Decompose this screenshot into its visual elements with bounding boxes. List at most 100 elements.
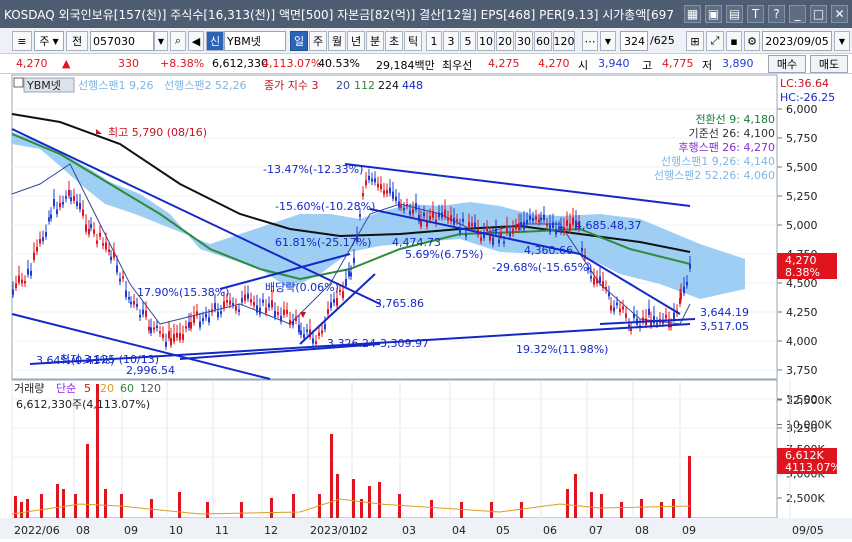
code-dropdown-icon[interactable]: ▼ — [154, 31, 168, 51]
period-button-5[interactable]: 초 — [385, 31, 403, 51]
save-icon[interactable]: ▪ — [726, 31, 742, 51]
candle-body — [303, 334, 305, 339]
candle-body — [327, 309, 329, 314]
candle-body — [468, 221, 470, 228]
volume-bar — [490, 502, 493, 518]
volume-bar — [14, 496, 17, 518]
chart-type-select[interactable]: 주 ▼ — [34, 31, 64, 51]
hc-label: HC:-26.25 — [780, 91, 835, 104]
grid-icon[interactable]: ▦ — [684, 5, 701, 23]
ichimoku-legend-1: 기준선 26: 4,100 — [688, 127, 775, 140]
candle-body — [42, 237, 44, 241]
tile-icon[interactable]: ▤ — [726, 5, 743, 23]
candle-body — [70, 197, 72, 201]
x-axis-label: 02 — [354, 524, 368, 537]
candle-body — [558, 226, 560, 229]
candle-body — [226, 299, 228, 303]
buy-button[interactable]: 매수 — [768, 55, 806, 73]
candle-body — [395, 196, 397, 201]
candle-body — [108, 249, 110, 252]
candle-body — [300, 330, 302, 335]
period-button-0[interactable]: 일 — [290, 31, 308, 51]
candle-body — [96, 240, 98, 244]
candle-body — [465, 234, 467, 237]
candle-body — [462, 218, 464, 222]
prev-button[interactable]: 전 — [66, 31, 88, 51]
zoom-icon[interactable]: ⤢ — [706, 31, 724, 51]
interval-button-120[interactable]: 120 — [553, 31, 575, 51]
candle-body — [82, 209, 84, 216]
text-icon[interactable]: T — [747, 5, 764, 23]
candle-body — [566, 220, 568, 226]
close-icon[interactable]: ✕ — [831, 5, 848, 23]
candle-body — [348, 270, 350, 277]
bid-price: 4,270 — [538, 57, 570, 70]
candle-body — [292, 321, 294, 326]
count-input[interactable]: 324 — [620, 31, 648, 51]
period-button-2[interactable]: 월 — [328, 31, 346, 51]
volume-ma-period-60: 60 — [120, 382, 134, 395]
settings-icon[interactable]: ⚙ — [744, 31, 760, 51]
stock-name-field[interactable]: YBM넷 — [224, 31, 286, 51]
chart-annotation: 3,765.86 — [375, 297, 424, 310]
sell-button[interactable]: 매도 — [810, 55, 848, 73]
price-axis-label: 4,250 — [786, 306, 818, 319]
search-icon[interactable]: ⌕ — [170, 31, 186, 51]
options-icon[interactable]: ⋯ — [582, 31, 598, 51]
x-axis-label: 08 — [76, 524, 90, 537]
code-input[interactable]: 057030 — [90, 31, 154, 51]
candle-body — [406, 203, 408, 206]
x-axis-label: 03 — [402, 524, 416, 537]
candle-body — [515, 225, 517, 230]
candle-body — [150, 327, 152, 333]
candle-body — [148, 326, 150, 331]
speaker-icon[interactable]: ◀ — [188, 31, 204, 51]
interval-button-20[interactable]: 20 — [496, 31, 514, 51]
interval-button-1[interactable]: 1 — [426, 31, 442, 51]
interval-button-60[interactable]: 60 — [534, 31, 552, 51]
volume-bar — [566, 489, 569, 518]
candle-body — [48, 217, 50, 222]
volume-bar — [270, 498, 273, 518]
current-price: 4,270 — [16, 57, 48, 70]
chart-annotation: 배당락(0.06%) — [265, 281, 339, 294]
interval-button-30[interactable]: 30 — [515, 31, 533, 51]
period-button-6[interactable]: 틱 — [404, 31, 422, 51]
grid-toggle-icon[interactable]: ⊞ — [686, 31, 704, 51]
maximize-icon[interactable]: □ — [810, 5, 827, 23]
period-button-3[interactable]: 년 — [347, 31, 365, 51]
lock-icon[interactable]: ▣ — [705, 5, 722, 23]
candle-body — [45, 232, 47, 237]
interval-button-10[interactable]: 10 — [477, 31, 495, 51]
candle-body — [656, 322, 658, 325]
candle-body — [145, 310, 147, 317]
menu-icon[interactable]: ≡ — [12, 31, 32, 51]
date-input[interactable]: 2023/09/05 — [762, 31, 832, 51]
ichimoku-legend-4: 선행스팬2 52,26: 4,060 — [654, 169, 775, 182]
stock-chart[interactable]: 6,0005,7505,5005,2505,0004,7504,5004,250… — [0, 74, 852, 539]
volume-bar — [86, 444, 89, 518]
candle-body — [383, 190, 385, 195]
interval-button-5[interactable]: 5 — [460, 31, 476, 51]
x-axis-label: 2023/01 — [310, 524, 356, 537]
volume-bar — [352, 479, 355, 518]
help-icon[interactable]: ? — [768, 5, 785, 23]
chart-annotation: 17.90%(15.38%) — [137, 286, 229, 299]
candle-body — [102, 243, 104, 246]
interval-button-3[interactable]: 3 — [443, 31, 459, 51]
period-button-1[interactable]: 주 — [309, 31, 327, 51]
candle-body — [489, 235, 491, 241]
calendar-icon[interactable]: ▼ — [834, 31, 850, 51]
volume-ma-period-120: 120 — [140, 382, 161, 395]
candle-body — [241, 298, 243, 303]
period-button-4[interactable]: 분 — [366, 31, 384, 51]
interval-dropdown-icon[interactable]: ▼ — [600, 31, 616, 51]
chart-area[interactable]: 6,0005,7505,5005,2505,0004,7504,5004,250… — [0, 74, 852, 539]
minimize-icon[interactable]: _ — [789, 5, 806, 23]
price-axis-label: 3,750 — [786, 364, 818, 377]
candle-body — [280, 315, 282, 322]
x-axis-label: 06 — [543, 524, 557, 537]
best-quote-label: 최우선 — [442, 59, 473, 72]
candle-body — [398, 201, 400, 208]
candle-body — [486, 227, 488, 231]
